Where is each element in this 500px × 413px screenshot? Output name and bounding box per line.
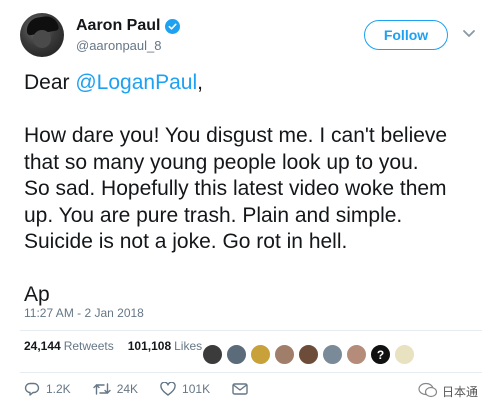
divider bbox=[20, 330, 482, 331]
envelope-icon bbox=[232, 383, 248, 395]
verified-badge-icon bbox=[165, 18, 181, 34]
greeting-prefix: Dear bbox=[24, 71, 76, 94]
tweet-actions: 1.2K 24K 101K bbox=[24, 382, 270, 396]
timestamp[interactable]: 11:27 AM - 2 Jan 2018 bbox=[24, 306, 144, 320]
follow-button[interactable]: Follow bbox=[364, 20, 448, 50]
body-line: How dare you! You disgust me. I can't be… bbox=[24, 124, 448, 147]
watermark-text: 日本通 bbox=[442, 385, 479, 399]
liker-avatar[interactable] bbox=[202, 344, 223, 365]
retweet-button[interactable]: 24K bbox=[92, 382, 139, 396]
body-line: that so many young people look up to you… bbox=[24, 150, 419, 174]
wechat-icon bbox=[418, 382, 438, 401]
like-button[interactable]: 101K bbox=[160, 382, 210, 396]
heart-icon bbox=[160, 382, 176, 396]
greeting-suffix: , bbox=[197, 71, 203, 94]
question-icon: ? bbox=[376, 347, 385, 362]
engagement-stats: 24,144 Retweets 101,108 Likes bbox=[24, 339, 202, 353]
display-name-text[interactable]: Aaron Paul bbox=[76, 17, 160, 35]
body-line: So sad. Hopefully this latest video woke… bbox=[24, 177, 447, 200]
liker-avatar[interactable] bbox=[274, 344, 295, 365]
liker-avatar[interactable] bbox=[394, 344, 415, 365]
retweets-stat[interactable]: 24,144 Retweets bbox=[24, 339, 114, 353]
mention-link[interactable]: @LoganPaul bbox=[75, 71, 197, 94]
user-handle[interactable]: @aaronpaul_8 bbox=[76, 38, 161, 53]
retweets-count: 24,144 bbox=[24, 339, 61, 353]
liker-avatar[interactable] bbox=[298, 344, 319, 365]
chevron-down-icon[interactable] bbox=[460, 25, 478, 43]
liker-avatar[interactable] bbox=[226, 344, 247, 365]
body-line: Suicide is not a joke. Go rot in hell. bbox=[24, 230, 348, 253]
retweet-icon bbox=[92, 382, 111, 396]
tweet-text: Dear @LoganPaul, How dare you! You disgu… bbox=[24, 70, 494, 309]
reply-count: 1.2K bbox=[46, 382, 71, 396]
signature: Ap bbox=[24, 283, 50, 306]
liker-avatar[interactable] bbox=[346, 344, 367, 365]
likes-count: 101,108 bbox=[127, 339, 172, 353]
like-count: 101K bbox=[182, 382, 211, 396]
liker-avatar[interactable]: ? bbox=[370, 344, 391, 365]
retweet-count: 24K bbox=[116, 382, 139, 396]
retweets-label: Retweets bbox=[63, 339, 114, 353]
body-line: up. You are pure trash. Plain and simple… bbox=[24, 203, 403, 227]
avatar[interactable] bbox=[20, 13, 64, 57]
divider bbox=[20, 372, 482, 373]
likes-label: Likes bbox=[174, 339, 203, 353]
reply-button[interactable]: 1.2K bbox=[24, 382, 71, 396]
liker-avatar[interactable] bbox=[322, 344, 343, 365]
watermark: 日本通 bbox=[418, 382, 478, 401]
greeting-line: Dear @LoganPaul, bbox=[24, 70, 494, 97]
liker-avatars: ? bbox=[202, 344, 415, 365]
likes-stat[interactable]: 101,108 Likes bbox=[128, 339, 202, 353]
direct-message-button[interactable] bbox=[232, 383, 248, 395]
reply-icon bbox=[24, 382, 40, 396]
display-name[interactable]: Aaron Paul bbox=[76, 17, 181, 35]
liker-avatar[interactable] bbox=[250, 344, 271, 365]
